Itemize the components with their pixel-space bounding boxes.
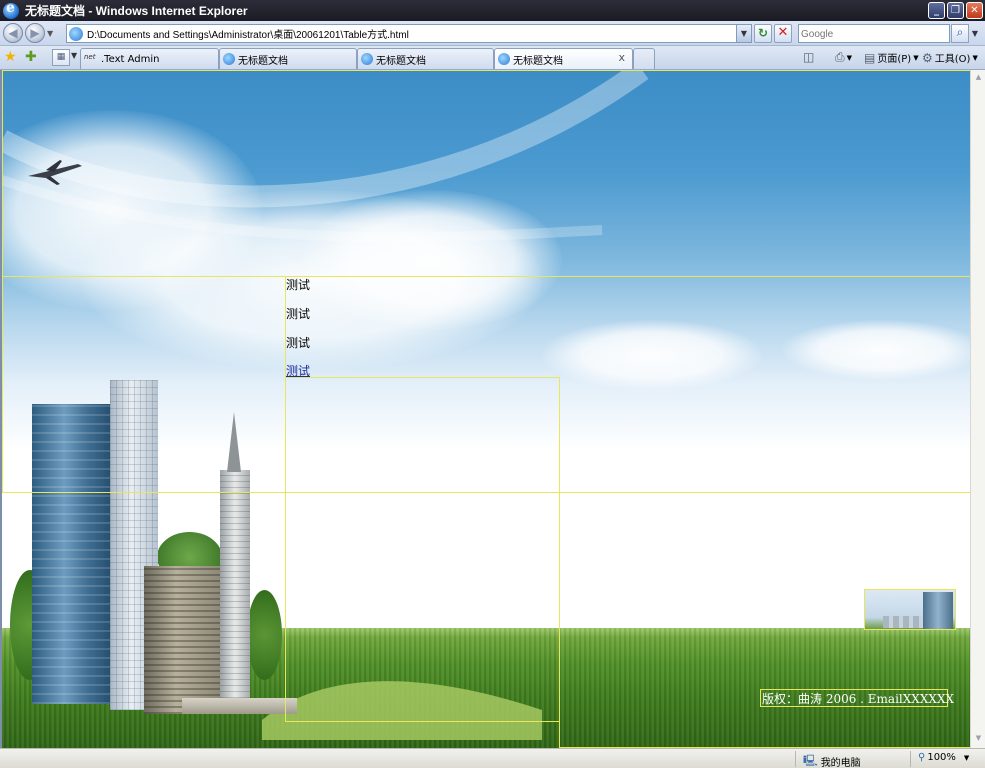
net-icon: net [84, 53, 96, 61]
tools-menu-label: 工具(O) [934, 54, 971, 65]
spire-tower [220, 470, 250, 710]
page-viewport: 测试 测试 测试 测试 版权：曲涛 2006 . EmailXXXXXX ▲ ▼ [0, 70, 985, 748]
scroll-down-icon[interactable]: ▼ [973, 734, 984, 745]
window-controls: _ ❐ ✕ [928, 2, 983, 19]
zone-label: 我的电脑 [820, 758, 861, 768]
tab-untitled-active[interactable]: 无标题文档 x [494, 48, 633, 69]
window-title: 无标题文档 - Windows Internet Explorer [25, 4, 248, 18]
status-bar: 🖳 我的电脑 ⚲ 100% ▼ [0, 748, 985, 768]
tab-label: 无标题文档 [513, 55, 563, 67]
close-tab-icon[interactable]: x [618, 51, 625, 64]
tab-label: .Text Admin [101, 53, 160, 65]
ie-page-icon [361, 53, 373, 65]
computer-icon: 🖳 [803, 754, 818, 767]
search-box[interactable] [798, 24, 950, 43]
zoom-label: 100% [927, 752, 956, 763]
page-dropdown-icon: ▼ [913, 53, 919, 62]
status-divider [910, 751, 911, 767]
zoom-icon: ⚲ [918, 752, 926, 763]
middle-cell [285, 377, 560, 722]
menu-link-4[interactable]: 测试 [286, 362, 310, 379]
close-window-button[interactable]: ✕ [966, 2, 983, 19]
title-bar: 无标题文档 - Windows Internet Explorer _ ❐ ✕ [0, 0, 985, 21]
cloud [542, 320, 762, 390]
row-divider [2, 492, 560, 493]
menu-item-2: 测试 [286, 307, 311, 321]
tab-label: 无标题文档 [376, 55, 426, 67]
search-button[interactable]: ⌕ [951, 24, 969, 43]
address-url[interactable]: D:\Documents and Settings\Administrator\… [87, 26, 409, 41]
favorites-center-icon[interactable]: ★ [4, 49, 17, 65]
search-icon: ⌕ [956, 25, 964, 39]
gear-icon: ⚙ [922, 50, 933, 65]
right-cell [559, 492, 972, 748]
page-menu-button[interactable]: ▤ 页面(P) ▼ [864, 50, 919, 66]
scroll-up-icon[interactable]: ▲ [973, 73, 984, 84]
tab-untitled-1[interactable]: 无标题文档 [219, 48, 357, 69]
tab-untitled-2[interactable]: 无标题文档 [357, 48, 494, 69]
building-block [144, 566, 224, 714]
feeds-icon: ◫ [803, 50, 815, 64]
restore-button[interactable]: ❐ [947, 2, 964, 19]
minimize-button[interactable]: _ [928, 2, 945, 19]
ie-logo-icon [3, 0, 19, 19]
history-dropdown-icon[interactable]: ▼ [47, 29, 53, 38]
page-icon: ▤ [864, 50, 876, 65]
tree [247, 590, 282, 680]
tab-label: 无标题文档 [238, 55, 288, 67]
stop-button[interactable]: ✕ [774, 24, 792, 43]
address-dropdown-icon[interactable]: ▼ [736, 25, 751, 42]
print-button[interactable]: ⎙ ▼ [835, 50, 852, 65]
tab-text-admin[interactable]: net .Text Admin [80, 48, 219, 69]
security-zone[interactable]: 🖳 我的电脑 [803, 752, 861, 768]
page-icon [69, 26, 83, 41]
search-options-dropdown-icon[interactable]: ▼ [969, 24, 981, 43]
menu-item-1: 测试 [286, 278, 311, 292]
ie-page-icon [498, 53, 510, 65]
new-tab-button[interactable] [633, 48, 655, 69]
refresh-button[interactable]: ↻ [754, 24, 772, 43]
page-menu-label: 页面(P) [877, 54, 912, 65]
header-cell [2, 70, 972, 277]
tools-dropdown-icon: ▼ [972, 53, 978, 62]
address-input[interactable]: D:\Documents and Settings\Administrator\… [66, 24, 752, 43]
tools-menu-button[interactable]: ⚙ 工具(O) ▼ [922, 50, 978, 66]
ie-page-icon [223, 53, 235, 65]
forward-button[interactable]: ▶ [25, 23, 45, 43]
search-input[interactable] [801, 26, 949, 42]
print-icon: ⎙ [835, 50, 845, 64]
menu-item-3: 测试 [286, 336, 311, 350]
copyright-text: 版权：曲涛 2006 . EmailXXXXXX [762, 692, 955, 706]
tab-list-dropdown-icon[interactable]: ▼ [71, 51, 77, 60]
print-dropdown-icon[interactable]: ▼ [847, 54, 852, 62]
zoom-dropdown-icon[interactable]: ▼ [964, 754, 969, 762]
address-toolbar: ◀ ▶ ▼ D:\Documents and Settings\Administ… [0, 21, 985, 46]
building-base [182, 698, 297, 714]
back-button[interactable]: ◀ [3, 23, 23, 43]
quick-tabs-button[interactable]: ▦ [52, 49, 70, 66]
zoom-control[interactable]: ⚲ 100% ▼ [918, 752, 969, 763]
feeds-button[interactable]: ◫ [803, 50, 814, 64]
add-favorites-icon[interactable]: ✚ [25, 49, 37, 65]
cloud [782, 320, 982, 380]
left-cell [2, 276, 286, 493]
vertical-scrollbar[interactable]: ▲ ▼ [970, 70, 985, 748]
status-divider [795, 751, 796, 767]
tabs-toolbar: ★ ✚ ▦ ▼ net .Text Admin 无标题文档 无标题文档 无标题文… [0, 46, 985, 70]
